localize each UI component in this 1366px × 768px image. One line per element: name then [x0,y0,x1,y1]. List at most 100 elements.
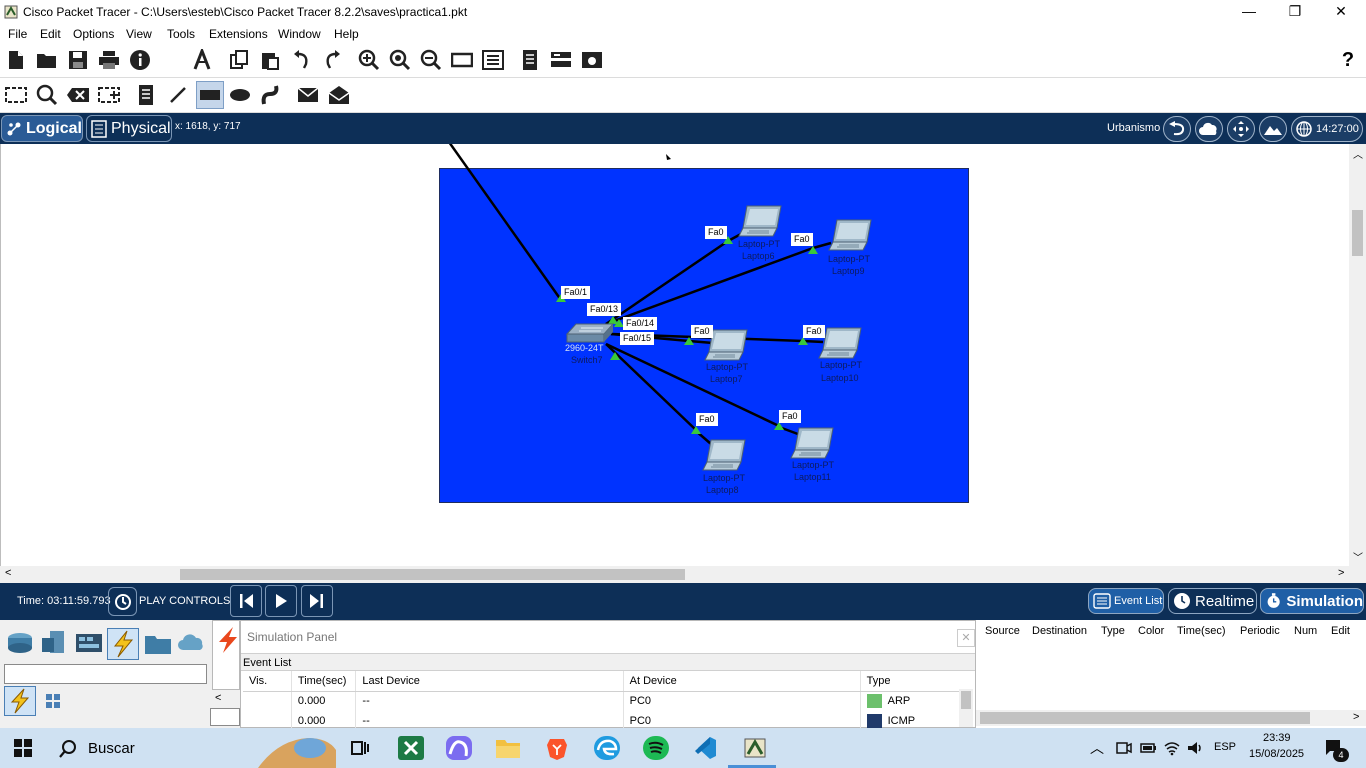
menu-file[interactable]: File [8,27,27,41]
simple-pdu-icon[interactable] [296,83,320,107]
cloud-button[interactable] [1195,116,1223,142]
end-devices-icon[interactable] [40,630,70,656]
taskbar-time[interactable]: 23:39 [1263,732,1291,744]
show-hidden-icons[interactable]: ︿ [1090,738,1104,758]
col-vis[interactable]: Vis. [243,671,292,692]
activity-wizard-icon[interactable] [190,48,214,72]
components-icon[interactable] [74,630,104,656]
zoom-reset-icon[interactable] [388,48,412,72]
pdu-col-periodic[interactable]: Periodic [1240,625,1280,637]
info-icon[interactable] [128,48,152,72]
print-icon[interactable] [97,48,121,72]
laptop8-icon[interactable] [702,439,746,471]
link-laptop6[interactable] [605,239,729,326]
event-list-button[interactable]: Event List [1088,588,1164,614]
resize-icon[interactable] [97,83,121,107]
pdu-col-destination[interactable]: Destination [1032,625,1087,637]
connections-icon[interactable] [107,628,139,660]
menu-extensions[interactable]: Extensions [209,27,268,41]
scroll-up-icon[interactable]: ︿ [1353,146,1363,161]
edge-icon[interactable] [594,736,620,760]
scroll-left-icon[interactable]: < [5,567,11,579]
pdu-scroll-right-icon[interactable]: > [1353,711,1359,723]
notes-icon[interactable] [518,48,542,72]
complex-pdu-icon[interactable] [327,83,351,107]
zoom-out-icon[interactable] [419,48,443,72]
move-button[interactable] [1227,116,1255,142]
vscode-icon[interactable] [692,736,718,760]
menu-view[interactable]: View [126,27,152,41]
col-type[interactable]: Type [860,671,961,692]
pdu-col-edit[interactable]: Edit [1331,625,1350,637]
horizontal-scroll-thumb[interactable] [180,569,685,580]
pdu-col-type[interactable]: Type [1101,625,1125,637]
auto-connection-icon[interactable] [4,686,36,716]
multiuser-icon[interactable] [177,630,207,656]
link-laptop9[interactable] [605,246,814,326]
wifi-icon[interactable] [1163,739,1181,760]
switch7-icon[interactable] [565,323,615,343]
pdu-col-time[interactable]: Time(sec) [1177,625,1225,637]
language-indicator[interactable]: ESP [1214,741,1236,753]
play-button[interactable] [265,585,297,617]
vertical-scrollbar[interactable]: ︿ ﹀ [1349,144,1366,566]
battery-icon[interactable] [1139,739,1157,760]
col-at-device[interactable]: At Device [623,671,861,692]
menu-edit[interactable]: Edit [40,27,61,41]
reset-time-button[interactable] [108,587,137,616]
zoom-in-icon[interactable] [357,48,381,72]
file-explorer-icon[interactable] [495,736,521,760]
scroll-down-icon[interactable]: ﹀ [1353,549,1363,564]
minimize-button[interactable]: — [1226,0,1272,24]
select-icon[interactable] [4,83,28,107]
pdu-col-num[interactable]: Num [1294,625,1317,637]
redo-icon[interactable] [320,48,344,72]
laptop10-icon[interactable] [818,327,862,359]
paste-icon[interactable] [258,48,282,72]
forward-step-button[interactable] [301,585,333,617]
scroll-right-icon[interactable]: > [1338,567,1344,579]
inspect-icon[interactable] [35,83,59,107]
pdu-col-source[interactable]: Source [985,625,1020,637]
screenshot-icon[interactable] [580,48,604,72]
pdu-col-color[interactable]: Color [1138,625,1164,637]
excel-icon[interactable] [398,736,424,760]
event-row[interactable]: 0.000 -- PC0 ARP [243,691,961,711]
network-devices-icon[interactable] [5,630,35,656]
note-icon[interactable] [134,83,158,107]
menu-tools[interactable]: Tools [167,27,195,41]
event-list-scrollbar[interactable] [959,689,973,727]
delete-icon[interactable] [66,83,90,107]
help-icon[interactable]: ? [1336,48,1360,72]
new-icon[interactable] [4,48,28,72]
copilot-icon[interactable] [446,736,472,760]
copy-icon[interactable] [227,48,251,72]
horizontal-scrollbar[interactable]: < > [0,566,1366,583]
custom-device-icon[interactable] [549,48,573,72]
close-button[interactable]: ✕ [1318,0,1364,24]
miscellaneous-icon[interactable] [143,630,173,656]
packet-tracer-taskbar-icon[interactable] [742,736,768,760]
link-laptop11[interactable] [605,342,780,428]
taskbar-search-box[interactable]: Buscar [48,728,336,768]
volume-icon[interactable] [1186,739,1204,760]
undo-icon[interactable] [290,48,314,72]
menu-options[interactable]: Options [73,27,114,41]
laptop9-icon[interactable] [828,219,872,251]
link-uplink[interactable] [448,144,563,301]
menu-window[interactable]: Window [278,27,321,41]
menu-help[interactable]: Help [334,27,359,41]
pdu-list-scrollbar[interactable]: > [976,710,1366,726]
vertical-scroll-thumb[interactable] [1352,210,1363,256]
close-panel-icon[interactable]: ✕ [957,629,975,647]
maximize-button[interactable]: ❐ [1272,0,1318,24]
rectangle-icon[interactable] [196,81,224,109]
open-icon[interactable] [35,48,59,72]
back-step-button[interactable] [230,585,262,617]
background-button[interactable] [1259,116,1287,142]
laptop6-icon[interactable] [738,205,782,237]
tab-physical[interactable]: Physical [86,115,172,142]
link-laptop8[interactable] [605,343,697,431]
col-last-device[interactable]: Last Device [355,671,624,692]
windows-start-icon[interactable] [14,739,34,757]
